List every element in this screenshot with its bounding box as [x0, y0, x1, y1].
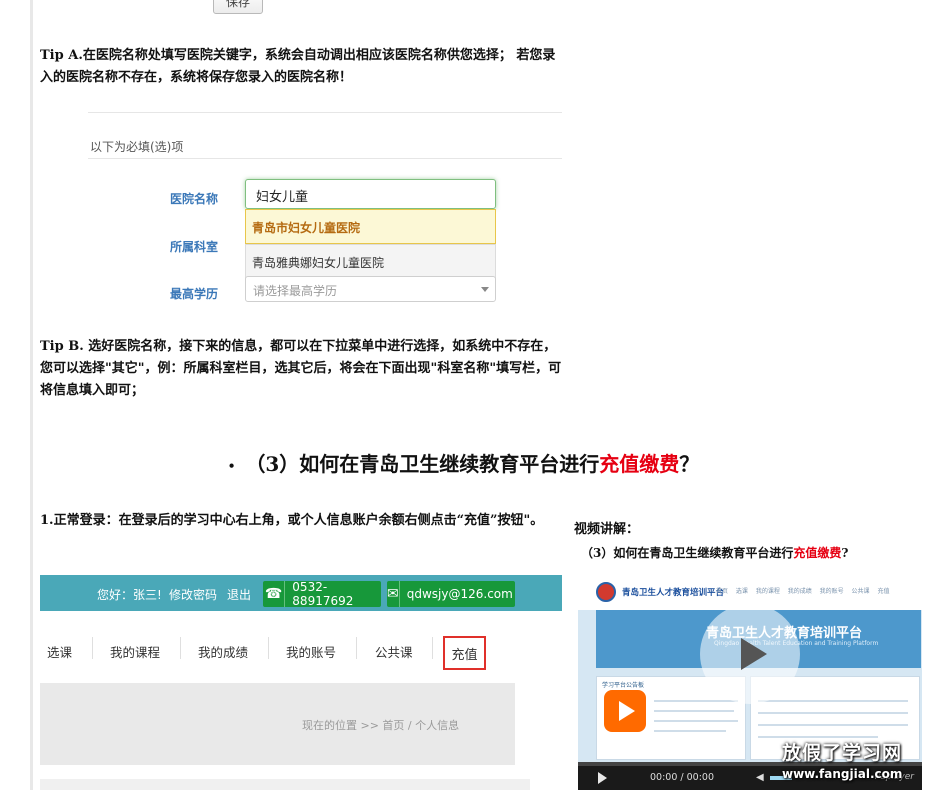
- change-password-link[interactable]: 修改密码: [169, 586, 217, 603]
- phone-number: 0532-88917692: [292, 580, 354, 608]
- video-title-highlight: 充值缴费: [793, 546, 842, 560]
- mail-icon: ✉: [387, 581, 400, 607]
- tip-a-text: Tip A.在医院名称处填写医院关键字，系统会自动调出相应该医院名称供您选择； …: [40, 48, 556, 85]
- bullet-icon: •: [227, 458, 236, 473]
- form-divider-top: [88, 112, 562, 113]
- play-icon[interactable]: [598, 772, 607, 784]
- nav-divider: [180, 637, 181, 659]
- learning-center-screenshot: 您好：张三! 修改密码 退出 ☎ 0532-88917692 ✉ qdwsjy@…: [40, 575, 562, 790]
- hospital-name-input[interactable]: 妇女儿童: [245, 179, 496, 209]
- form-divider: [88, 158, 562, 159]
- suggestion-item[interactable]: 青岛雅典娜妇女儿童医院: [245, 244, 496, 279]
- heading-prefix: （3）如何在青岛卫生继续教育平台进行: [245, 452, 600, 476]
- play-overlay-icon[interactable]: [700, 604, 800, 704]
- heading-suffix: ？: [679, 452, 700, 476]
- user-greeting: 您好：张三!: [97, 588, 162, 602]
- footer-strip: [40, 779, 530, 790]
- preview-board-title: 学习平台公告板: [602, 682, 645, 689]
- nav-divider: [356, 637, 357, 659]
- time-display: 00:00 / 00:00: [650, 772, 714, 783]
- video-title-suffix: ?: [841, 546, 849, 560]
- nav-my-account[interactable]: 我的账号: [286, 642, 336, 661]
- volume-icon[interactable]: ◀: [756, 772, 764, 783]
- nav-divider: [268, 637, 269, 659]
- email-address: qdwsjy@126.com: [406, 587, 513, 601]
- video-title: （3）如何在青岛卫生继续教育平台进行充值缴费?: [581, 544, 848, 561]
- breadcrumb-area: 现在的位置 >> 首页 / 个人信息: [40, 683, 515, 765]
- left-border-rule: [30, 0, 33, 790]
- save-button[interactable]: 保存: [213, 0, 263, 14]
- education-select[interactable]: 请选择最高学历: [245, 276, 496, 302]
- preview-nav: 首页 选课 我的课程 我的成绩 我的账号 公共课 充值: [716, 588, 890, 595]
- hospital-name-label: 医院名称: [170, 192, 219, 206]
- preview-text-line: [758, 724, 908, 726]
- education-label: 最高学历: [170, 287, 219, 301]
- nav-select-course[interactable]: 选课: [47, 642, 72, 661]
- hospital-form-panel: 以下为必填(选)项 医院名称 妇女儿童 青岛市妇女儿童医院 所属科室 青岛雅典娜…: [88, 112, 562, 317]
- preview-site-name: 青岛卫生人才教育培训平台: [622, 588, 725, 598]
- phone-icon: ☎: [263, 581, 286, 607]
- breadcrumb: 现在的位置 >> 首页 / 个人信息: [302, 719, 460, 732]
- nav-public-course[interactable]: 公共课: [375, 642, 413, 661]
- nav-my-grades[interactable]: 我的成绩: [198, 642, 248, 661]
- nav-divider: [92, 637, 93, 659]
- preview-text-line: [654, 730, 726, 732]
- required-section-title: 以下为必填(选)项: [90, 140, 184, 154]
- tip-b-text: Tip B. 选好医院名称，接下来的信息，都可以在下拉菜单中进行选择，如系统中不…: [40, 339, 562, 398]
- step1-text: 1.正常登录：在登录后的学习中心右上角，或个人信息账户余额右侧点击“充值”按钮"…: [40, 513, 544, 528]
- logout-link[interactable]: 退出: [227, 586, 251, 603]
- video-section-label: 视频讲解：: [574, 522, 640, 537]
- recharge-button[interactable]: 充值: [443, 636, 486, 670]
- phone-contact: ☎ 0532-88917692: [263, 580, 381, 608]
- nav-divider: [432, 637, 433, 659]
- preview-text-line: [654, 720, 738, 722]
- preview-text-line: [758, 700, 908, 702]
- watermark: 放假了学习网 www.fangjial.com: [782, 738, 902, 781]
- top-bar: 您好：张三! 修改密码 退出 ☎ 0532-88917692 ✉ qdwsjy@…: [40, 575, 562, 611]
- site-logo-icon: [596, 582, 616, 602]
- department-label: 所属科室: [170, 240, 219, 254]
- chevron-down-icon: [481, 287, 489, 292]
- nav-my-courses[interactable]: 我的课程: [110, 642, 160, 661]
- preview-text-line: [758, 712, 908, 714]
- preview-text-line: [654, 700, 738, 702]
- video-title-prefix: （3）如何在青岛卫生继续教育平台进行: [581, 546, 794, 560]
- suggestion-item[interactable]: 青岛市妇女儿童医院: [245, 209, 496, 244]
- preview-text-line: [654, 710, 734, 712]
- education-placeholder: 请选择最高学历: [253, 284, 338, 298]
- email-contact: ✉ qdwsjy@126.com: [387, 581, 515, 607]
- heading-highlight: 充值缴费: [599, 452, 680, 476]
- section-heading: • （3）如何在青岛卫生继续教育平台进行充值缴费？: [0, 448, 927, 477]
- watermark-text: 放假了学习网: [782, 742, 903, 764]
- preview-play-icon: [604, 690, 646, 732]
- watermark-url: www.fangjial.com: [782, 767, 903, 781]
